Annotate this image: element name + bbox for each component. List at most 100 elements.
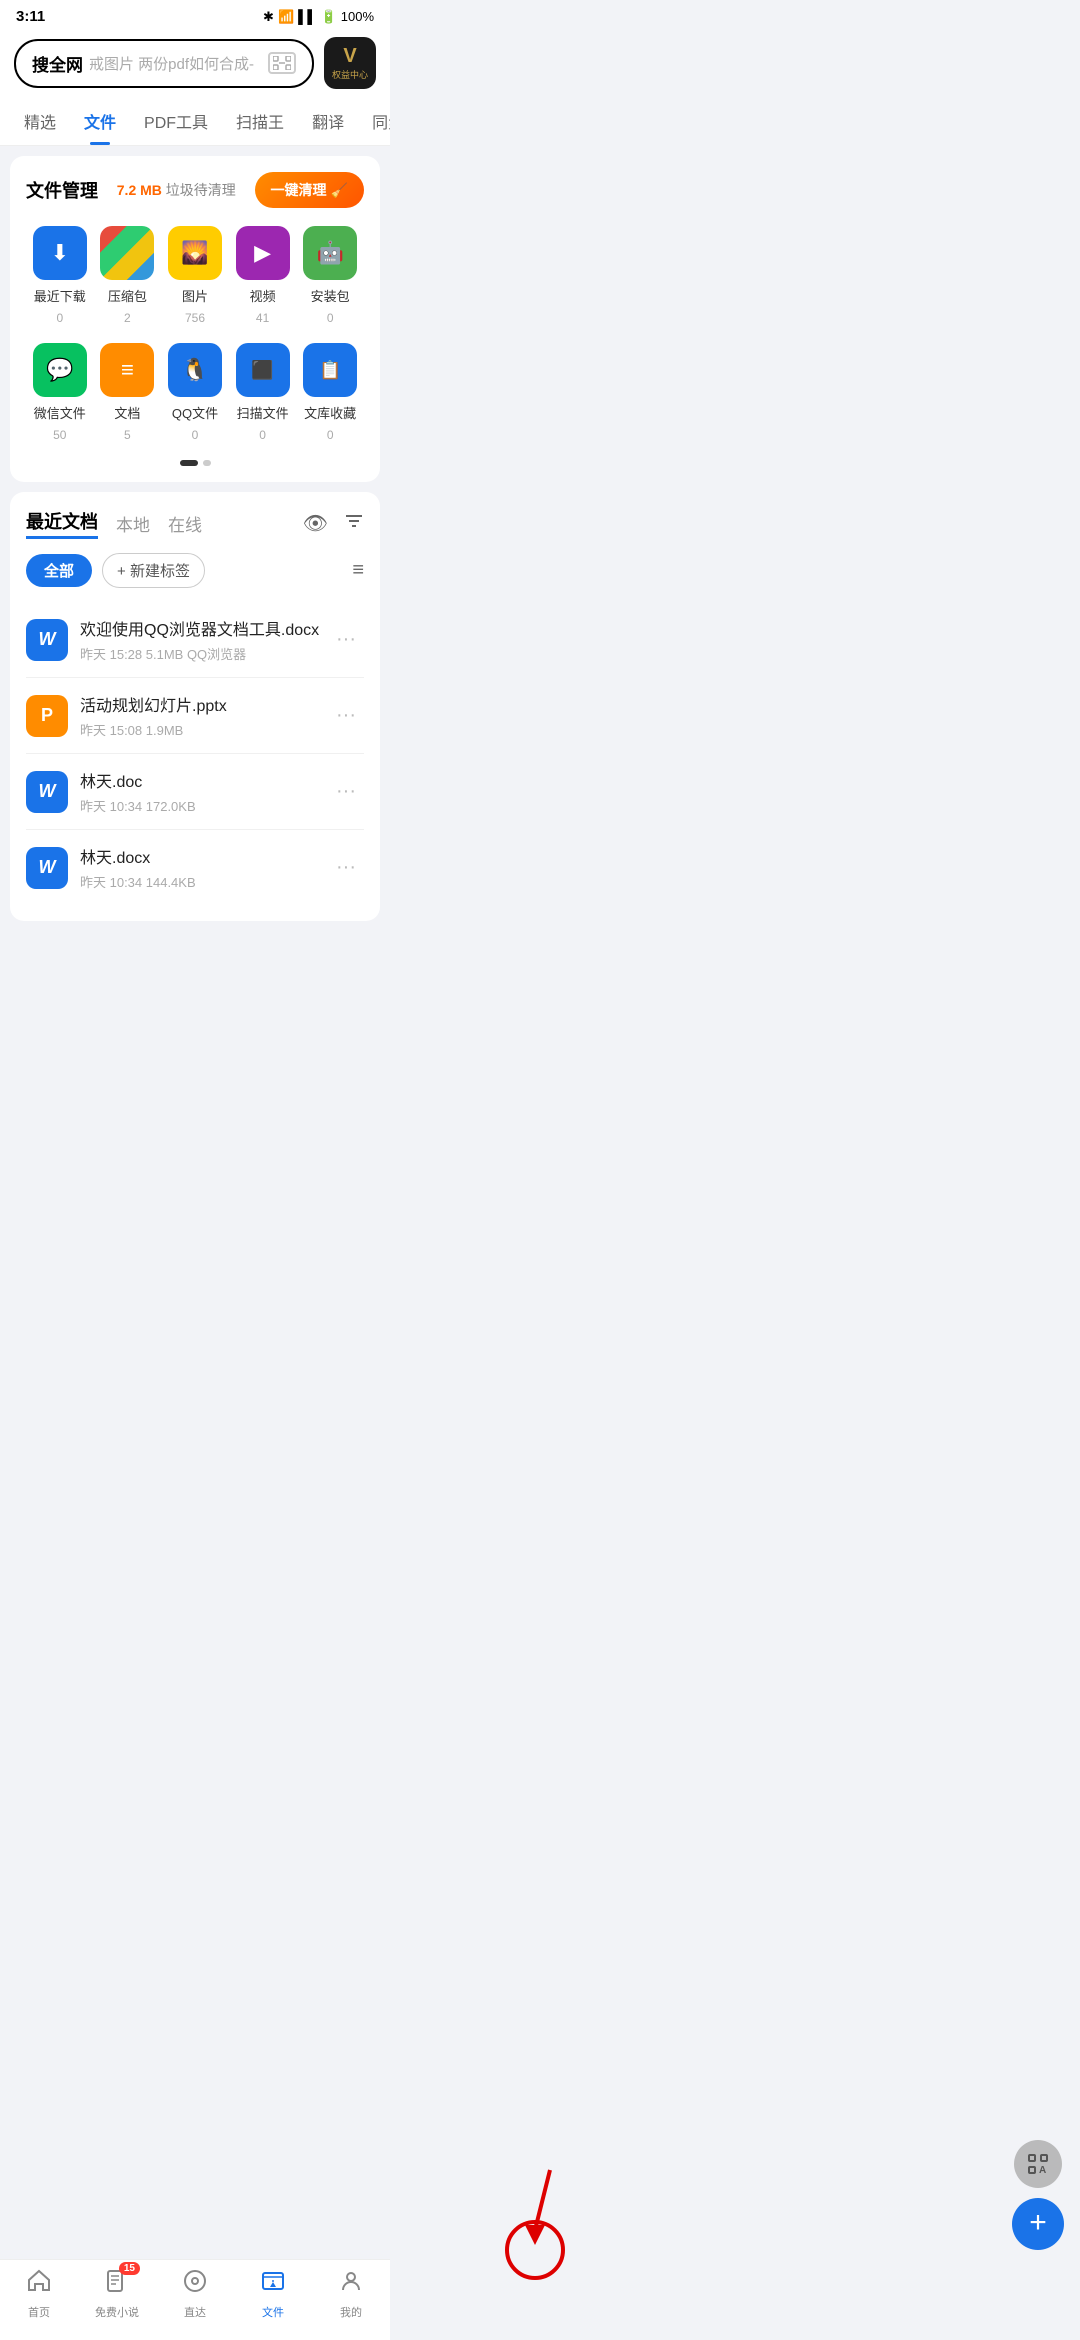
search-box[interactable]: 搜全网 戒图片 两份pdf如何合成-	[14, 39, 314, 88]
tab-sync[interactable]: 同步学	[358, 97, 390, 145]
nav-novel[interactable]: 15 免费小说	[87, 2268, 147, 2320]
file-item-library[interactable]: 📋 文库收藏 0	[303, 343, 357, 442]
file-item-qq[interactable]: 🐧 QQ文件 0	[168, 343, 222, 442]
file-item-wechat[interactable]: 💬 微信文件 50	[33, 343, 87, 442]
annotation-arrow	[475, 2160, 595, 2280]
vip-label: 权益中心	[332, 68, 368, 81]
doc-meta-4: 昨天 10:34 144.4KB	[80, 872, 328, 891]
doc-more-1[interactable]: ···	[328, 628, 364, 651]
tab-scan[interactable]: 扫描王	[222, 97, 298, 145]
doc-item-1[interactable]: W 欢迎使用QQ浏览器文档工具.docx 昨天 15:28 5.1MB QQ浏览…	[26, 602, 364, 678]
tab-local[interactable]: 本地	[116, 511, 150, 536]
tag-all-button[interactable]: 全部	[26, 554, 92, 587]
wechat-icon: 💬	[33, 343, 87, 397]
card-header: 文件管理 7.2 MB 垃圾待清理 一键清理 🧹	[26, 172, 364, 208]
doc-info-1: 欢迎使用QQ浏览器文档工具.docx 昨天 15:28 5.1MB QQ浏览器	[80, 616, 328, 663]
tab-selected[interactable]: 精选	[10, 97, 70, 145]
recent-section: 最近文档 本地 在线 👁 全部 + 新建标签 ≡ W	[10, 492, 380, 921]
filter-icon[interactable]	[344, 511, 364, 537]
zip-label: 压缩包	[108, 286, 147, 305]
recent-tabs: 最近文档 本地 在线	[26, 508, 202, 539]
mine-icon	[338, 2268, 364, 2301]
nav-discover[interactable]: 直达	[165, 2268, 225, 2320]
eye-icon[interactable]: 👁	[303, 511, 328, 537]
doc-item-4[interactable]: W 林天.docx 昨天 10:34 144.4KB ···	[26, 830, 364, 905]
bluetooth-icon: ✱	[263, 9, 274, 25]
scan-file-count: 0	[259, 428, 266, 442]
tab-recent[interactable]: 最近文档	[26, 508, 98, 539]
broom-icon: 🧹	[331, 182, 348, 199]
file-grid-row2: 💬 微信文件 50 ≡ 文档 5 🐧 QQ文件 0 ⬛ 扫描文件 0	[26, 343, 364, 442]
file-item-scan[interactable]: ⬛ 扫描文件 0	[236, 343, 290, 442]
file-item-image[interactable]: 🌄 图片 756	[168, 226, 222, 325]
home-icon	[26, 2268, 52, 2301]
doc-icon-2: P	[26, 695, 68, 737]
wifi-icon: 📶	[278, 9, 294, 25]
files-nav-label: 文件	[262, 2304, 284, 2320]
fab-area: A +	[1012, 2140, 1064, 2250]
doc-icon-3: W	[26, 771, 68, 813]
annotation-overlay	[475, 2160, 595, 2285]
scan-icon[interactable]	[268, 52, 296, 74]
svg-text:A: A	[1039, 2165, 1046, 2175]
doc-info-4: 林天.docx 昨天 10:34 144.4KB	[80, 844, 328, 891]
file-grid-row1: ⬇ 最近下载 0 压缩包 2 🌄 图片 756 ▶ 视频 41	[26, 226, 364, 325]
doc-item-2[interactable]: P 活动规划幻灯片.pptx 昨天 15:08 1.9MB ···	[26, 678, 364, 754]
tab-translate[interactable]: 翻译	[298, 97, 358, 145]
scan-file-icon: ⬛	[236, 343, 290, 397]
tag-new-button[interactable]: + 新建标签	[102, 553, 205, 588]
dot-active	[180, 460, 198, 466]
file-item-download[interactable]: ⬇ 最近下载 0	[33, 226, 87, 325]
nav-files[interactable]: 文件	[243, 2268, 303, 2320]
add-button[interactable]: +	[1012, 2198, 1064, 2250]
download-label: 最近下载	[34, 286, 86, 305]
nav-home[interactable]: 首页	[9, 2268, 69, 2320]
clean-button[interactable]: 一键清理 🧹	[255, 172, 364, 208]
search-placeholder: 戒图片 两份pdf如何合成-	[89, 53, 254, 74]
dot-inactive	[203, 460, 211, 466]
zip-icon	[100, 226, 154, 280]
recent-header: 最近文档 本地 在线 👁	[26, 508, 364, 539]
bottom-nav: 首页 15 免费小说 直达	[0, 2259, 390, 2340]
vip-button[interactable]: V 权益中心	[324, 37, 376, 89]
qq-label: QQ文件	[172, 403, 218, 422]
status-icons: ✱ 📶 ▌▌ 🔋 100%	[263, 9, 374, 25]
qq-count: 0	[192, 428, 199, 442]
file-item-zip[interactable]: 压缩包 2	[100, 226, 154, 325]
scan-file-label: 扫描文件	[237, 403, 289, 422]
signal-icon: ▌▌	[298, 9, 316, 24]
discover-icon	[182, 2268, 208, 2301]
list-view-icon[interactable]: ≡	[352, 559, 364, 582]
tab-pdf[interactable]: PDF工具	[130, 97, 222, 145]
tab-files[interactable]: 文件	[70, 97, 130, 145]
qq-icon: 🐧	[168, 343, 222, 397]
ocr-button[interactable]: A	[1014, 2140, 1062, 2188]
wechat-count: 50	[53, 428, 66, 442]
nav-mine[interactable]: 我的	[321, 2268, 381, 2320]
doc-meta-2: 昨天 15:08 1.9MB	[80, 720, 328, 739]
download-icon: ⬇	[33, 226, 87, 280]
apk-label: 安装包	[311, 286, 350, 305]
doc-more-4[interactable]: ···	[328, 856, 364, 879]
wechat-label: 微信文件	[34, 403, 86, 422]
file-item-video[interactable]: ▶ 视频 41	[236, 226, 290, 325]
files-icon	[260, 2268, 286, 2301]
doc-info-2: 活动规划幻灯片.pptx 昨天 15:08 1.9MB	[80, 692, 328, 739]
tab-online[interactable]: 在线	[168, 511, 202, 536]
search-prefix: 搜全网	[32, 51, 83, 76]
card-title: 文件管理	[26, 177, 98, 203]
doc-item-3[interactable]: W 林天.doc 昨天 10:34 172.0KB ···	[26, 754, 364, 830]
file-item-doc[interactable]: ≡ 文档 5	[100, 343, 154, 442]
video-icon: ▶	[236, 226, 290, 280]
doc-icon-1: W	[26, 619, 68, 661]
battery-icon: 🔋	[321, 9, 337, 25]
home-label: 首页	[28, 2304, 50, 2320]
video-label: 视频	[250, 286, 276, 305]
vip-letter: V	[343, 46, 356, 66]
doc-more-2[interactable]: ···	[328, 704, 364, 727]
plus-icon: +	[1029, 2208, 1047, 2238]
file-item-apk[interactable]: 🤖 安装包 0	[303, 226, 357, 325]
image-label: 图片	[182, 286, 208, 305]
zip-count: 2	[124, 311, 131, 325]
doc-more-3[interactable]: ···	[328, 780, 364, 803]
